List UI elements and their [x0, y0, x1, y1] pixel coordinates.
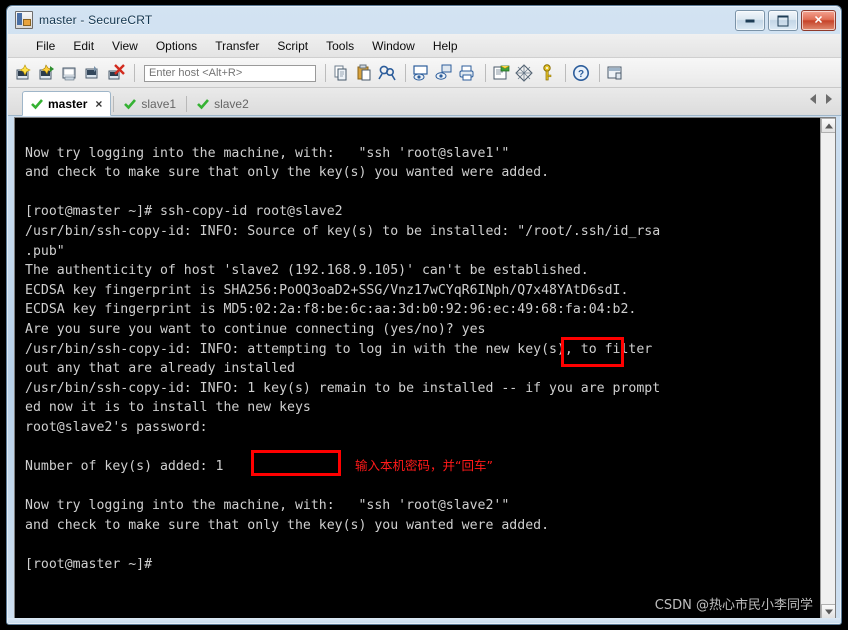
terminal-line: and check to make sure that only the key… [25, 165, 550, 181]
terminal-scrollbar[interactable] [820, 118, 835, 619]
terminal-line: /usr/bin/ssh-copy-id: INFO: 1 key(s) rem… [25, 380, 661, 396]
connect-session-icon[interactable] [37, 63, 57, 83]
terminal-line: ECDSA key fingerprint is SHA256:PoOQ3oaD… [25, 282, 629, 298]
menu-tools[interactable]: Tools [318, 37, 362, 55]
terminal-line: ed now it is to install the new keys [25, 400, 311, 416]
connect-local-shell-icon[interactable] [60, 63, 80, 83]
terminal-line: [root@master ~]# [25, 557, 153, 573]
annotation-box-password [251, 450, 341, 476]
scroll-down-button[interactable] [821, 604, 835, 619]
next-tab-icon[interactable] [826, 94, 832, 104]
terminal-line: /usr/bin/ssh-copy-id: INFO: Source of ke… [25, 223, 661, 239]
window-controls: ✕ [735, 10, 836, 31]
terminal-line: ECDSA key fingerprint is MD5:02:2a:f8:be… [25, 302, 637, 318]
print-screen-icon[interactable] [411, 63, 431, 83]
scroll-up-button[interactable] [821, 118, 835, 133]
key-manager-icon[interactable] [537, 63, 557, 83]
tab-slave1-label: slave1 [141, 97, 177, 111]
previous-tab-icon[interactable] [810, 94, 816, 104]
tab-strip: master × slave1 slave2 [22, 91, 257, 116]
keymap-editor-icon[interactable] [514, 63, 534, 83]
menu-view[interactable]: View [104, 37, 146, 55]
connect-sftp-icon[interactable] [83, 63, 103, 83]
svg-text:?: ? [578, 69, 584, 80]
tab-divider [186, 95, 188, 112]
tab-close-icon[interactable]: × [95, 97, 102, 111]
minimize-button[interactable] [735, 10, 765, 31]
toolbar-separator [565, 63, 566, 82]
tab-master-label: master [48, 96, 88, 111]
help-icon[interactable]: ? [571, 63, 591, 83]
menu-transfer[interactable]: Transfer [207, 37, 267, 55]
arrange-windows-icon[interactable] [605, 63, 625, 83]
toolbar-separator [599, 63, 600, 82]
terminal-output[interactable]: Now try logging into the machine, with: … [15, 118, 820, 619]
copy-icon[interactable] [331, 63, 351, 83]
annotation-password-note: 输入本机密码，并“回车” [355, 458, 493, 473]
window-title: master - SecureCRT [39, 13, 153, 27]
disconnect-icon[interactable] [106, 63, 126, 83]
host-input[interactable] [144, 64, 316, 82]
paste-icon[interactable] [354, 63, 374, 83]
tab-bar: master × slave1 slave2 [8, 88, 841, 116]
terminal-line: /usr/bin/ssh-copy-id: INFO: attempting t… [25, 341, 653, 357]
window-frame: master - SecureCRT ✕ File Edit View Opti… [6, 5, 842, 625]
tab-master[interactable]: master × [22, 91, 112, 116]
terminal-line: Are you sure you want to continue connec… [25, 321, 486, 337]
securecrt-window: master - SecureCRT ✕ File Edit View Opti… [0, 0, 848, 630]
toolbar-separator [134, 63, 135, 82]
tab-slave2-label: slave2 [214, 97, 249, 111]
menu-window[interactable]: Window [364, 37, 423, 55]
toolbar-separator [405, 63, 406, 82]
terminal-line: root@slave2's password: [25, 419, 208, 435]
terminal-panel: Now try logging into the machine, with: … [14, 117, 836, 620]
terminal-line: Now try logging into the machine, with: … [25, 145, 510, 161]
menu-edit[interactable]: Edit [65, 37, 102, 55]
menu-options[interactable]: Options [148, 37, 205, 55]
toolbar-separator [485, 63, 486, 82]
terminal-line: out any that are already installed [25, 361, 295, 377]
maximize-button[interactable] [768, 10, 798, 31]
tool-bar: ? [8, 58, 841, 88]
tab-slave1[interactable]: slave1 [116, 92, 184, 116]
csdn-watermark: CSDN @热心市民小李同学 [654, 598, 813, 613]
terminal-line: The authenticity of host 'slave2 (192.16… [25, 263, 589, 279]
menu-bar: File Edit View Options Transfer Script T… [8, 34, 841, 58]
terminal-line: [root@master ~]# ssh-copy-id root@slave2 [25, 204, 343, 220]
print-icon[interactable] [457, 63, 477, 83]
annotation-box-yes [561, 337, 624, 367]
terminal-line: and check to make sure that only the key… [25, 517, 550, 533]
menu-help[interactable]: Help [425, 37, 466, 55]
connected-check-icon [197, 98, 210, 110]
title-bar: master - SecureCRT ✕ [7, 6, 841, 34]
connected-check-icon [31, 98, 43, 110]
status-bar [8, 618, 841, 623]
find-icon[interactable] [377, 63, 397, 83]
session-options-icon[interactable] [491, 63, 511, 83]
menu-script[interactable]: Script [269, 37, 316, 55]
terminal-line: Now try logging into the machine, with: … [25, 498, 510, 514]
new-session-icon[interactable] [14, 63, 34, 83]
tab-navigation [810, 94, 832, 104]
close-button[interactable]: ✕ [801, 10, 836, 31]
toolbar-separator [325, 63, 326, 82]
menu-file[interactable]: File [28, 37, 63, 55]
tab-divider [113, 95, 115, 112]
securecrt-app-icon [15, 11, 33, 29]
terminal-line: .pub" [25, 243, 65, 259]
tab-slave2[interactable]: slave2 [189, 92, 257, 116]
log-session-icon[interactable] [434, 63, 454, 83]
connected-check-icon [124, 98, 137, 110]
